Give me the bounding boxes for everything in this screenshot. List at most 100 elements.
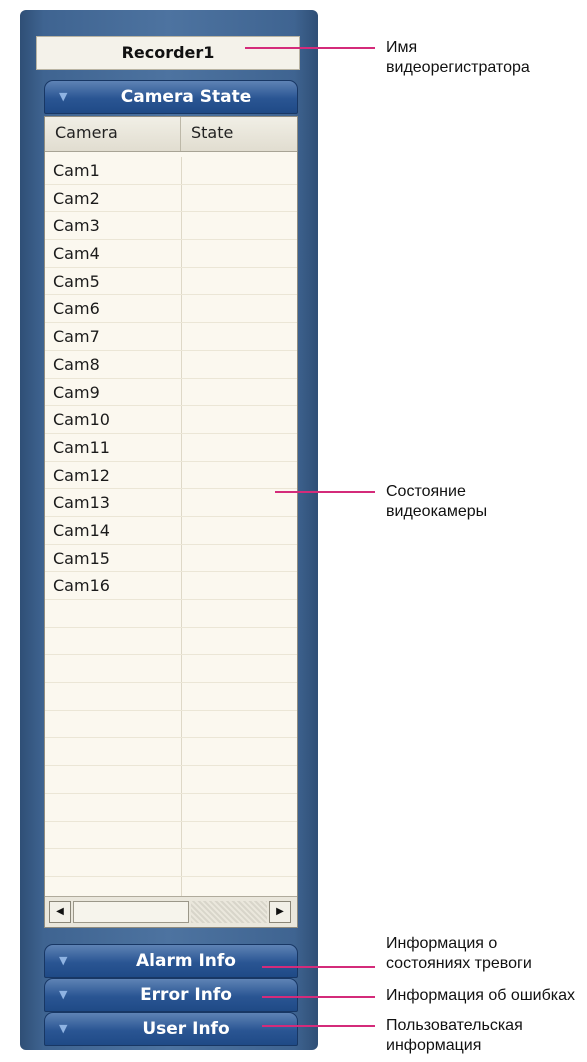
- scroll-right-icon[interactable]: ▶: [269, 901, 291, 923]
- table-row[interactable]: [45, 821, 297, 850]
- state-cell: [181, 683, 182, 710]
- state-cell: [181, 821, 182, 849]
- state-cell: [181, 655, 182, 683]
- alarm-info-header[interactable]: ▼ Alarm Info: [44, 944, 298, 978]
- alarm-info-label: Alarm Info: [136, 951, 236, 971]
- camera-cell: Cam14: [53, 520, 110, 540]
- camera-cell: Cam5: [53, 271, 100, 291]
- state-cell: [181, 350, 182, 378]
- camera-cell: Cam16: [53, 576, 110, 596]
- table-rows: Cam1 Cam2 Cam3 Cam4 Cam5 Cam6 Cam7 Cam8 Cam9 Cam1…: [45, 157, 297, 927]
- table-row[interactable]: [45, 766, 297, 794]
- table-row[interactable]: Cam2: [45, 184, 297, 213]
- table-row[interactable]: [45, 600, 297, 628]
- table-row[interactable]: Cam13: [45, 489, 297, 517]
- scroll-thumb[interactable]: [73, 901, 189, 923]
- state-cell: [181, 544, 182, 572]
- table-row[interactable]: Cam12: [45, 461, 297, 490]
- state-cell: [181, 600, 182, 627]
- state-cell: [181, 323, 182, 350]
- camera-state-label: Camera State: [120, 87, 252, 107]
- state-cell: [181, 295, 182, 323]
- state-cell: [181, 378, 182, 406]
- state-cell: [181, 793, 182, 821]
- scroll-left-icon[interactable]: ◀: [49, 901, 71, 923]
- callout-text: Информация о: [386, 935, 498, 952]
- camera-cell: Cam9: [53, 382, 100, 402]
- callout-text: видеокамеры: [386, 503, 488, 520]
- camera-cell: Cam4: [53, 244, 100, 264]
- user-info-header[interactable]: ▼ User Info: [44, 1012, 298, 1046]
- callout-line-error-info: [262, 996, 375, 998]
- user-info-label: User Info: [142, 1019, 230, 1039]
- state-cell: [181, 157, 182, 184]
- callout-text: Информация об ошибках: [386, 987, 575, 1004]
- table-row[interactable]: Cam9: [45, 378, 297, 407]
- table-row[interactable]: Cam1: [45, 157, 297, 185]
- state-cell: [181, 267, 182, 295]
- table-row[interactable]: Cam3: [45, 212, 297, 241]
- state-cell: [181, 184, 182, 212]
- camera-cell: Cam1: [53, 161, 100, 180]
- camera-cell: Cam3: [53, 216, 100, 236]
- state-cell: [181, 572, 182, 599]
- camera-cell: Cam8: [53, 354, 100, 374]
- table-row[interactable]: Cam8: [45, 350, 297, 379]
- camera-cell: Cam11: [53, 437, 110, 457]
- state-cell: [181, 212, 182, 240]
- callout-text: Имя: [386, 39, 418, 56]
- camera-state-table: Camera State Cam1 Cam2 Cam3 Cam4 Cam5 Cam6 Cam…: [44, 116, 298, 928]
- state-cell: [181, 738, 182, 766]
- callout-text: Пользовательская: [386, 1017, 523, 1034]
- error-info-header[interactable]: ▼ Error Info: [44, 978, 298, 1012]
- state-cell: [181, 516, 182, 544]
- column-header-state[interactable]: State: [181, 117, 297, 151]
- table-row[interactable]: [45, 627, 297, 656]
- callout-text: Состояние: [386, 483, 466, 500]
- callout-line-recorder-name: [245, 47, 375, 49]
- callout-recorder-name: Имя видеорегистратора: [386, 38, 530, 78]
- table-row[interactable]: Cam5: [45, 267, 297, 296]
- callout-alarm-info: Информация о состояниях тревоги: [386, 934, 532, 974]
- column-header-camera[interactable]: Camera: [45, 117, 181, 151]
- table-row[interactable]: Cam14: [45, 516, 297, 545]
- table-row[interactable]: Cam11: [45, 433, 297, 462]
- recorder-name: Recorder1: [36, 36, 300, 70]
- table-row[interactable]: [45, 655, 297, 684]
- callout-error-info: Информация об ошибках: [386, 986, 575, 1006]
- state-cell: [181, 240, 182, 267]
- state-cell: [181, 766, 182, 793]
- table-row[interactable]: [45, 683, 297, 711]
- camera-state-header[interactable]: ▼ Camera State: [44, 80, 298, 114]
- callout-line-user-info: [262, 1025, 375, 1027]
- state-cell: [181, 433, 182, 461]
- table-row[interactable]: [45, 738, 297, 767]
- table-row[interactable]: [45, 710, 297, 739]
- camera-cell: Cam10: [53, 410, 110, 430]
- table-row[interactable]: Cam16: [45, 572, 297, 600]
- table-row[interactable]: Cam6: [45, 295, 297, 324]
- scroll-track[interactable]: [191, 901, 267, 923]
- horizontal-scrollbar[interactable]: ◀ ▶: [45, 896, 297, 927]
- camera-cell: Cam15: [53, 548, 110, 568]
- camera-cell: Cam12: [53, 465, 110, 485]
- state-cell: [181, 627, 182, 655]
- callout-text: видеорегистратора: [386, 59, 530, 76]
- camera-cell: Cam6: [53, 299, 100, 319]
- callout-camera-state: Состояние видеокамеры: [386, 482, 487, 522]
- callout-user-info: Пользовательская информация: [386, 1016, 523, 1056]
- table-row[interactable]: Cam10: [45, 406, 297, 434]
- table-header: Camera State: [45, 117, 297, 152]
- table-row[interactable]: [45, 849, 297, 877]
- table-row[interactable]: Cam7: [45, 323, 297, 351]
- camera-cell: Cam13: [53, 493, 110, 513]
- state-cell: [181, 461, 182, 489]
- callout-text: информация: [386, 1037, 482, 1054]
- state-cell: [181, 849, 182, 876]
- table-row[interactable]: Cam15: [45, 544, 297, 573]
- callout-line-camera-state: [275, 491, 375, 493]
- error-info-label: Error Info: [140, 985, 232, 1005]
- table-row[interactable]: Cam4: [45, 240, 297, 268]
- table-row[interactable]: [45, 793, 297, 822]
- state-cell: [181, 406, 182, 433]
